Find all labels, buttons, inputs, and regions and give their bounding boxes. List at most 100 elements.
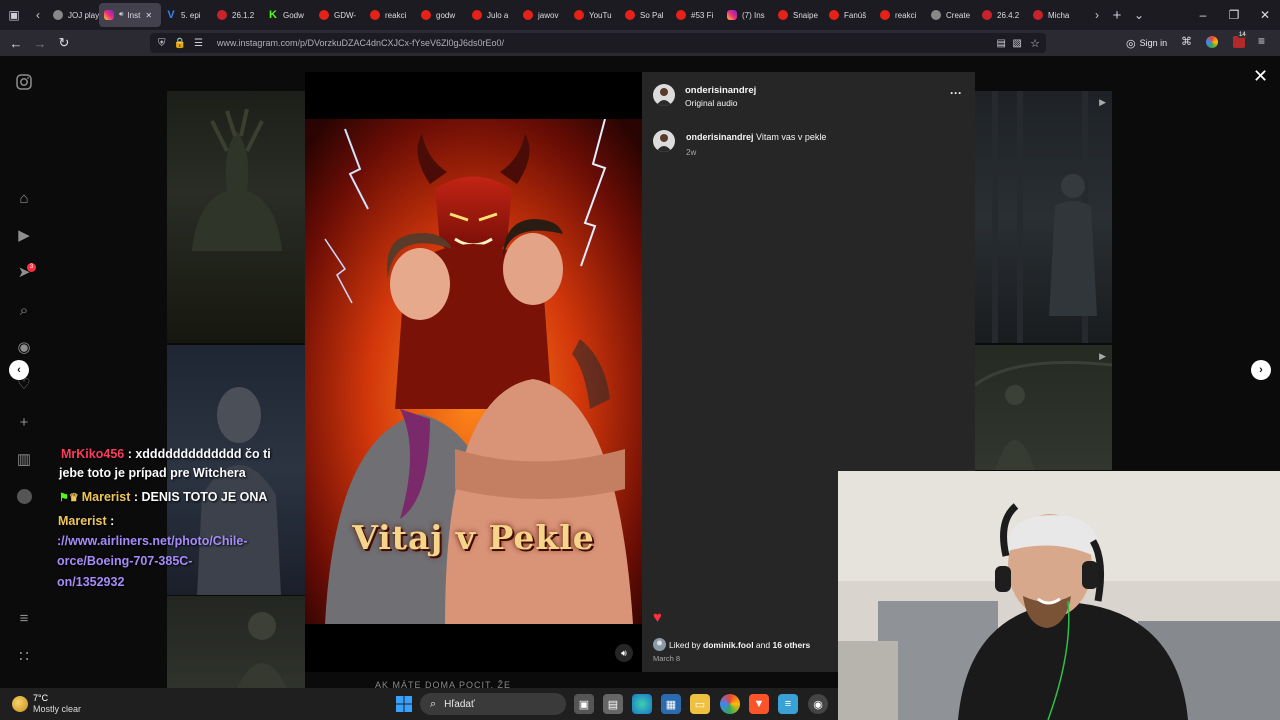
edge-browser-icon[interactable] [632,694,652,714]
browser-tab[interactable]: (7) Ins [722,3,773,27]
chat-link[interactable]: orce/Boeing-707-385C- [57,551,192,571]
dashboard-icon[interactable]: ▥ [14,449,34,469]
liked-by-user[interactable]: dominik.fool [703,640,754,650]
browser-tab[interactable]: reakci [365,3,416,27]
browser-tab[interactable]: Fanúš [824,3,875,27]
liked-by-others[interactable]: 16 others [772,640,810,650]
more-menu-icon[interactable]: ≡ [14,608,34,628]
taskbar-search-box[interactable]: ⌕ Hľadať [420,693,566,715]
notepad-icon[interactable]: ≡ [778,694,798,714]
browser-tab[interactable]: YouTu [569,3,620,27]
weather-temperature[interactable]: 7°C [33,693,48,703]
liker-avatar[interactable] [653,638,666,651]
restore-icon[interactable]: ❐ [1218,0,1250,30]
permissions-icon[interactable]: ☰ [194,38,203,49]
reels-icon[interactable]: ▶︎ [14,225,34,245]
caption-avatar[interactable] [653,130,675,152]
new-tab-icon[interactable]: + [1106,0,1128,30]
close-modal-icon[interactable]: ✕ [1253,66,1268,87]
browser-tab[interactable]: 🔊︎ Inst ✕ [99,3,161,27]
bookmark-star-icon[interactable]: ☆ [1030,37,1040,50]
tab-overview-icon[interactable]: ▣ [0,0,28,30]
shield-icon[interactable]: ⛨ [158,38,166,49]
audio-mute-icon[interactable]: 🔊︎ [615,644,633,662]
close-window-icon[interactable]: ✕ [1249,0,1280,30]
background-thumbnail-caption: AK MÁTE DOMA POCIT, ŽE [375,680,512,688]
more-options-icon[interactable]: ··· [950,86,962,100]
browser-tab[interactable]: Micha [1028,3,1079,27]
menu-icon[interactable]: ≡ [1258,34,1265,48]
chrome-extension-icon[interactable] [1206,36,1218,48]
likes-summary: Liked by dominik.fool and 16 others [669,640,810,650]
browser-tab[interactable]: Create [926,3,977,27]
grid-thumbnail-soldiers-forest[interactable]: ▶︎ [974,345,1113,470]
browser-tab[interactable]: reakci [875,3,926,27]
extensions-icon[interactable]: ⌘ [1181,35,1192,48]
obs-recording-icon[interactable]: ◉ [808,694,828,714]
browser-tab[interactable]: Julo a [467,3,518,27]
grid-thumbnail-soldier[interactable] [167,596,305,688]
author-username[interactable]: onderisinandrej [685,85,756,96]
browser-tab-label: reakci [385,10,407,20]
browser-tab[interactable]: 26.4.2 [977,3,1028,27]
reader-view-icon[interactable]: ▧ [1013,38,1022,49]
grid-thumbnail-forest-monster[interactable] [167,91,305,343]
chat-link[interactable]: on/1352932 [57,572,124,592]
grid-thumbnail-forest-figure[interactable]: ▶︎ [975,91,1112,343]
task-view-icon[interactable]: ▣ [574,694,594,714]
minimize-icon[interactable]: – [1187,0,1219,30]
chrome-browser-icon[interactable] [720,694,740,714]
reload-icon[interactable]: ↻ [52,31,76,55]
weather-icon[interactable] [12,696,28,712]
author-avatar[interactable] [653,84,675,106]
caption: onderisinandrej Vitam vas v pekle [686,132,826,142]
browser-tab[interactable]: V 5. epi [161,3,212,27]
previous-post-arrow-icon[interactable]: ‹ [9,360,29,380]
tab-strip: JOJ play 🔊︎ Inst ✕ V 5. epi 26.1.2 K Godw GDW-rea… [48,3,1088,27]
scroll-tabs-right-icon[interactable]: › [1088,0,1106,30]
back-icon[interactable]: ← [4,31,28,55]
search-icon[interactable]: ⌕ [14,300,34,320]
tab-audio-icon[interactable]: 🔊︎ [119,11,123,19]
caption-username[interactable]: onderisinandrej [686,132,754,142]
microsoft-store-icon[interactable]: ▦ [661,694,681,714]
chat-link[interactable]: ://www.airliners.net/photo/Chile- [57,531,248,551]
profile-avatar-icon[interactable] [14,486,34,506]
browser-tab[interactable]: GDW- [314,3,365,27]
browser-tab[interactable]: So Pal [620,3,671,27]
address-bar[interactable]: ⛨ 🔒 ☰ www.instagram.com/p/DVorzkuDZAC4dn… [150,33,1046,53]
file-app-icon[interactable]: ▤ [603,694,623,714]
picture-in-picture-icon[interactable]: ▤ [997,38,1006,49]
sign-in-button[interactable]: ◎ Sign in [1126,34,1167,52]
close-tab-icon[interactable]: ✕ [145,11,152,20]
scroll-tabs-left-icon[interactable]: ‹ [28,0,48,30]
browser-tab[interactable]: 26.1.2 [212,3,263,27]
yt-favicon-icon [574,10,584,20]
brave-browser-icon[interactable]: ▼ [749,694,769,714]
instagram-logo-icon[interactable] [14,72,34,92]
home-icon[interactable]: ⌂ [14,188,34,208]
browser-tab[interactable]: #53 Fi [671,3,722,27]
url-text[interactable]: www.instagram.com/p/DVorzkuDZAC4dnCXJCx-… [217,38,504,48]
browser-tab[interactable]: jawov [518,3,569,27]
tab-list-chevron-icon[interactable]: ⌄ [1128,0,1150,30]
yt-favicon-icon [472,10,482,20]
start-windows-icon[interactable] [394,694,414,714]
like-heart-icon[interactable]: ♥ [653,609,662,626]
search-icon: ⌕ [430,697,437,710]
browser-tab[interactable]: godw [416,3,467,27]
post-media[interactable]: Vitaj v Pekle 🔊︎ [305,72,642,672]
browser-tab[interactable]: JOJ play [48,3,99,27]
lock-icon[interactable]: 🔒 [174,38,186,49]
browser-tab[interactable]: K Godw [263,3,314,27]
browser-tab[interactable]: Snaipe [773,3,824,27]
original-audio-link[interactable]: Original audio [685,98,737,108]
next-post-arrow-icon[interactable]: › [1251,360,1271,380]
file-explorer-icon[interactable]: ▭ [690,694,710,714]
weather-condition[interactable]: Mostly clear [33,704,81,714]
also-from-meta-icon[interactable]: ∷ [14,646,34,666]
explore-icon[interactable]: ◉ [14,337,34,357]
create-plus-icon[interactable]: + [14,412,34,432]
browser-tab-label: Create [946,10,971,20]
forward-icon[interactable]: → [28,31,52,55]
